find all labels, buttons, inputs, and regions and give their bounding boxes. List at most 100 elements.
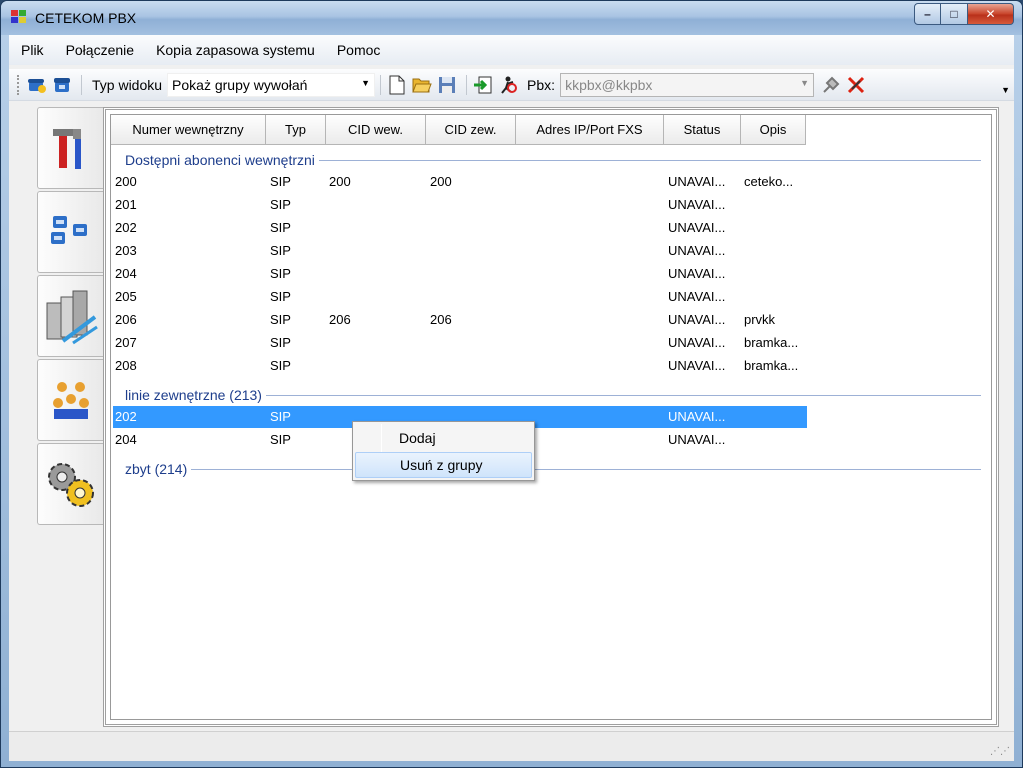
- open-folder-icon[interactable]: [411, 74, 433, 96]
- table-cell: 201: [115, 197, 137, 212]
- chevron-down-icon[interactable]: ▼: [361, 78, 370, 88]
- table-cell: SIP: [270, 197, 291, 212]
- toolbar: Typ widoku Pokaż grupy wywołań ▼ Pbx: kk…: [9, 69, 1014, 101]
- table-cell: ceteko...: [744, 174, 794, 189]
- group-header[interactable]: Dostępni abonenci wewnętrzni: [125, 151, 315, 169]
- group-divider: [319, 160, 981, 161]
- app-icon: [11, 10, 26, 23]
- nav-settings-button[interactable]: [37, 443, 103, 525]
- menu-kopia-zapasowa[interactable]: Kopia zapasowa systemu: [156, 42, 315, 58]
- table-cell: bramka...: [744, 335, 799, 350]
- minimize-button[interactable]: –: [914, 3, 941, 25]
- table-row[interactable]: 200 SIP 200 200 UNAVAI... ceteko...: [113, 171, 807, 193]
- col-header-adres-ip[interactable]: Adres IP/Port FXS: [516, 115, 664, 145]
- table-row[interactable]: 206 SIP 206 206 UNAVAI... prvkk: [113, 309, 807, 331]
- col-header-cid-zew[interactable]: CID zew.: [426, 115, 516, 145]
- context-menu-usun-z-grupy[interactable]: Usuń z grupy: [355, 452, 532, 478]
- table-row[interactable]: 203 SIP UNAVAI...: [113, 240, 807, 262]
- table-cell: UNAVAI...: [668, 432, 726, 447]
- disconnect-icon[interactable]: [497, 74, 519, 96]
- table-cell: SIP: [270, 174, 291, 189]
- pbx-select[interactable]: kkpbx@kkpbx ▼: [560, 72, 815, 97]
- tools-icon: [52, 129, 81, 169]
- title-bar[interactable]: CETEKOM PBX – □ ✕: [1, 1, 1022, 35]
- col-header-status[interactable]: Status: [664, 115, 741, 145]
- table-row[interactable]: 208 SIP UNAVAI... bramka...: [113, 355, 807, 377]
- chevron-down-icon[interactable]: ▼: [800, 78, 809, 88]
- group-divider: [191, 469, 981, 470]
- gears-icon: [47, 463, 94, 507]
- servers-icon: [46, 290, 98, 345]
- table-cell: UNAVAI...: [668, 358, 726, 373]
- table-row[interactable]: 202 SIP UNAVAI...: [113, 217, 807, 239]
- group-divider: [266, 395, 981, 396]
- phone-icon[interactable]: [51, 74, 73, 96]
- toolbar-separator: [380, 74, 382, 95]
- table-cell: UNAVAI...: [668, 220, 726, 235]
- table-cell: 208: [115, 358, 137, 373]
- table-cell: SIP: [270, 289, 291, 304]
- nav-servers-button[interactable]: [37, 275, 103, 357]
- table-cell: prvkk: [744, 312, 776, 327]
- table-cell: SIP: [270, 243, 291, 258]
- users-group-icon: [52, 382, 89, 419]
- group-header[interactable]: zbyt (214): [125, 460, 187, 478]
- group-header[interactable]: linie zewnętrzne (213): [125, 386, 262, 404]
- col-header-numer[interactable]: Numer wewnętrzny: [111, 115, 266, 145]
- table-cell: UNAVAI...: [668, 197, 726, 212]
- menu-plik[interactable]: Plik: [21, 42, 44, 58]
- groups-list-panel: Numer wewnętrzny Typ CID wew. CID zew. A…: [103, 107, 999, 727]
- table-cell: 205: [115, 289, 137, 304]
- connect-icon[interactable]: [472, 74, 494, 96]
- table-cell: 200: [329, 174, 351, 189]
- table-cell: UNAVAI...: [668, 266, 726, 281]
- context-menu-dodaj[interactable]: Dodaj: [355, 425, 532, 451]
- table-cell: 206: [329, 312, 351, 327]
- unplug-icon[interactable]: [845, 74, 867, 96]
- table-cell: UNAVAI...: [668, 174, 726, 189]
- table-cell: SIP: [270, 409, 291, 424]
- window-title: CETEKOM PBX: [35, 10, 137, 26]
- table-row[interactable]: 205 SIP UNAVAI...: [113, 286, 807, 308]
- table-cell: SIP: [270, 220, 291, 235]
- table-cell: SIP: [270, 432, 291, 447]
- table-cell: 200: [115, 174, 137, 189]
- table-cell: UNAVAI...: [668, 335, 726, 350]
- col-header-typ[interactable]: Typ: [266, 115, 326, 145]
- table-cell: 207: [115, 335, 137, 350]
- nav-phones-button[interactable]: [37, 191, 103, 273]
- col-header-cid-wew[interactable]: CID wew.: [326, 115, 426, 145]
- maximize-button[interactable]: □: [941, 3, 968, 25]
- plug-icon[interactable]: [820, 74, 842, 96]
- app-window: CETEKOM PBX – □ ✕ Plik Połączenie Kopia …: [0, 0, 1023, 768]
- view-type-select[interactable]: Pokaż grupy wywołań ▼: [167, 72, 376, 97]
- toolbar-overflow-icon[interactable]: ▼: [1001, 85, 1010, 95]
- table-cell: 203: [115, 243, 137, 258]
- menu-pomoc[interactable]: Pomoc: [337, 42, 381, 58]
- table-cell: 206: [430, 312, 452, 327]
- table-row[interactable]: 204 SIP UNAVAI...: [113, 263, 807, 285]
- save-icon[interactable]: [436, 74, 458, 96]
- table-cell: SIP: [270, 358, 291, 373]
- table-row[interactable]: 201 SIP UNAVAI...: [113, 194, 807, 216]
- view-type-label: Typ widoku: [92, 76, 163, 93]
- groups-listview[interactable]: Numer wewnętrzny Typ CID wew. CID zew. A…: [110, 114, 992, 720]
- nav-users-button[interactable]: [37, 359, 103, 441]
- status-bar: ⋰⋰: [9, 731, 1014, 761]
- new-file-icon[interactable]: [386, 74, 408, 96]
- client-area: Plik Połączenie Kopia zapasowa systemu P…: [9, 35, 1014, 761]
- menu-polaczenie[interactable]: Połączenie: [66, 42, 135, 58]
- close-button[interactable]: ✕: [968, 3, 1014, 25]
- phone-add-icon[interactable]: [26, 74, 48, 96]
- table-row[interactable]: 207 SIP UNAVAI... bramka...: [113, 332, 807, 354]
- table-cell: UNAVAI...: [668, 312, 726, 327]
- view-type-value: Pokaż grupy wywołań: [172, 76, 308, 93]
- table-cell: 200: [430, 174, 452, 189]
- table-cell: 202: [115, 220, 137, 235]
- toolbar-grip[interactable]: [17, 74, 20, 95]
- table-cell: UNAVAI...: [668, 409, 726, 424]
- table-cell: SIP: [270, 266, 291, 281]
- nav-tools-button[interactable]: [37, 107, 103, 189]
- col-header-opis[interactable]: Opis: [741, 115, 806, 145]
- resize-grip-icon[interactable]: ⋰⋰: [990, 746, 1010, 757]
